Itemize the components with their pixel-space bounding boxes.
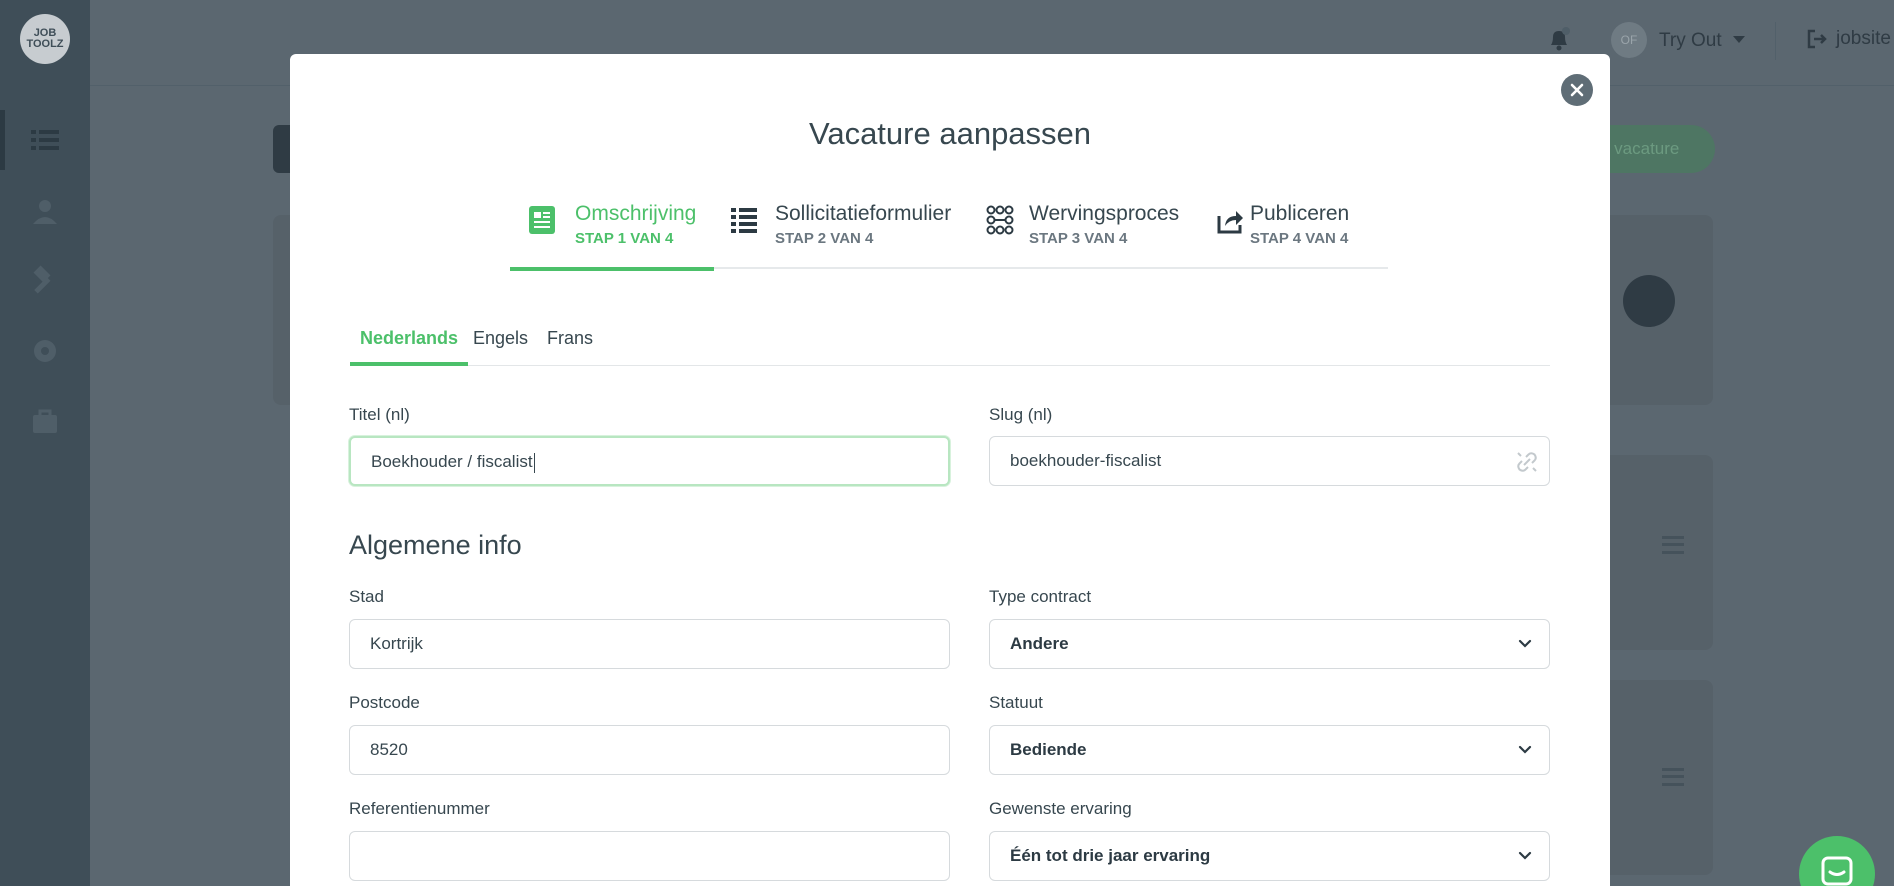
gear-icon[interactable] [29,335,61,367]
chevron-down-icon [1518,745,1532,754]
avatar[interactable]: OF [1611,22,1647,58]
title-value: Boekhouder / fiscalist [371,452,533,471]
step-title: Omschrijving [575,202,697,225]
list-icon [731,208,757,233]
contract-label: Type contract [989,587,1092,606]
postcode-input[interactable]: 8520 [349,725,950,775]
step-title: Publiceren [1250,202,1350,225]
city-input[interactable]: Kortrijk [349,619,950,669]
candidate-icon[interactable] [29,196,61,228]
text-cursor [533,452,535,473]
bag-icon[interactable] [29,405,61,437]
menu-icon [1662,768,1684,786]
unlink-icon[interactable] [1515,450,1539,474]
step-title: Sollicitatieformulier [775,202,952,225]
experience-value: Één tot drie jaar ervaring [1010,846,1211,865]
chevron-down-icon [1518,639,1532,648]
bell-icon[interactable] [1547,26,1571,52]
postcode-label: Postcode [349,693,420,712]
step-subtitle: STAP 3 VAN 4 [1029,230,1128,247]
list-icon[interactable] [29,124,61,156]
hammer-icon[interactable] [29,265,61,297]
tab-nederlands[interactable]: Nederlands [350,320,469,366]
title-input[interactable]: Boekhouder / fiscalist [349,436,950,486]
sidebar: JOB TOOLZ [0,0,90,886]
experience-label: Gewenste ervaring [989,799,1132,818]
step-wervingsproces[interactable]: Wervingsproces STAP 3 VAN 4 [966,189,1196,269]
slug-input[interactable]: boekhouder-fiscalist [989,436,1550,486]
status-select[interactable]: Bediende [989,725,1550,775]
postcode-value: 8520 [370,740,408,759]
experience-select[interactable]: Één tot drie jaar ervaring [989,831,1550,881]
logout-icon[interactable] [1806,28,1828,50]
step-subtitle: STAP 4 VAN 4 [1250,230,1349,247]
reference-input[interactable] [349,831,950,881]
chat-button[interactable] [1799,836,1875,886]
step-publiceren[interactable]: Publiceren STAP 4 VAN 4 [1196,189,1388,269]
edit-icon [1623,275,1675,327]
divider [1775,22,1776,60]
city-value: Kortrijk [370,634,423,653]
slug-label: Slug (nl) [989,405,1053,424]
chevron-down-icon[interactable] [1733,36,1745,43]
user-name[interactable]: Try Out [1659,30,1722,52]
reference-label: Referentienummer [349,799,490,818]
close-button[interactable] [1561,74,1593,106]
modal-title: Vacature aanpassen [808,116,1092,151]
sidebar-active-indicator [0,110,5,170]
tab-engels[interactable]: Engels [463,320,538,366]
chat-icon [1821,856,1853,886]
document-icon [529,206,555,234]
city-label: Stad [349,587,384,606]
process-icon [986,205,1014,235]
step-sollicitatieformulier[interactable]: Sollicitatieformulier STAP 2 VAN 4 [714,189,966,269]
menu-icon [1662,536,1684,554]
step-title: Wervingsproces [1029,202,1180,225]
tab-frans[interactable]: Frans [537,320,603,366]
share-icon [1217,211,1243,234]
close-icon [1570,83,1584,97]
jobtoolz-logo[interactable]: JOB TOOLZ [20,14,70,64]
section-title-general: Algemene info [349,530,522,560]
language-tabs: Nederlands Engels Frans [350,320,1550,366]
edit-vacancy-modal: Vacature aanpassen Omschrijving STAP 1 V… [290,54,1610,886]
contract-value: Andere [1010,634,1069,653]
step-omschrijving[interactable]: Omschrijving STAP 1 VAN 4 [510,189,714,271]
step-subtitle: STAP 2 VAN 4 [775,230,874,247]
status-label: Statuut [989,693,1043,712]
step-subtitle: STAP 1 VAN 4 [575,230,674,247]
step-navigation: Omschrijving STAP 1 VAN 4 Sollicitatiefo… [510,189,1388,271]
chevron-down-icon [1518,851,1532,860]
title-label: Titel (nl) [349,405,410,424]
contract-select[interactable]: Andere [989,619,1550,669]
jobsite-link[interactable]: jobsite [1836,28,1891,50]
slug-value: boekhouder-fiscalist [1010,451,1162,470]
status-value: Bediende [1010,740,1087,759]
